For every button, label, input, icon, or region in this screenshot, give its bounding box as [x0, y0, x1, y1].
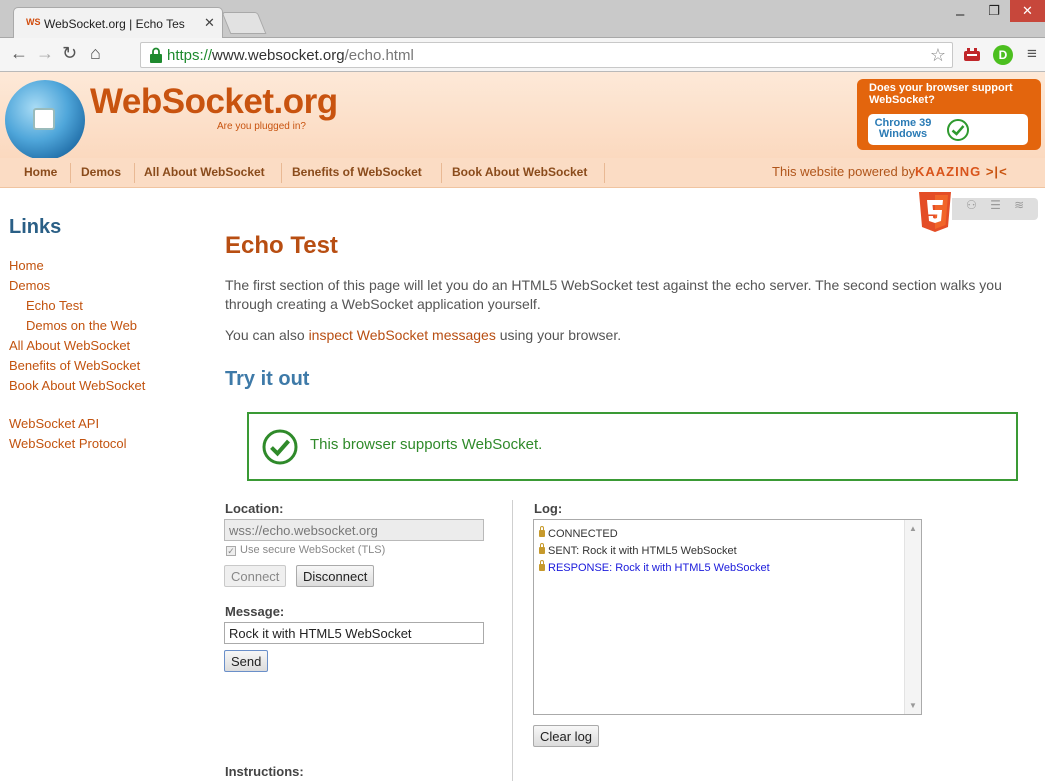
nav-book[interactable]: Book About WebSocket	[452, 165, 587, 179]
tls-checkbox[interactable]: ✓	[226, 546, 236, 556]
secure-lock-icon	[150, 47, 162, 63]
reload-icon[interactable]: ↻	[62, 43, 77, 64]
nav-divider	[134, 163, 135, 183]
minimize-window-icon[interactable]: –	[956, 6, 964, 23]
forward-icon[interactable]: →	[36, 43, 54, 64]
inspect-paragraph: You can also inspect WebSocket messages …	[225, 327, 622, 343]
support-title: Does your browser support WebSocket?	[869, 82, 1013, 106]
address-bar[interactable]: https://www.websocket.org/echo.html ☆	[140, 42, 953, 68]
browser-tabstrip: WS WebSocket.org | Echo Tes ✕ – ❐ ✕	[0, 0, 1045, 39]
nav-all-about[interactable]: All About WebSocket	[144, 165, 265, 179]
html5-feature-icons: ⚇ ☰ ≋	[966, 198, 1030, 212]
url-text: https://www.websocket.org/echo.html	[167, 47, 414, 64]
new-tab-button[interactable]	[221, 12, 267, 34]
kaazing-logo[interactable]: KAAZING >|<	[915, 164, 1008, 179]
scroll-down-icon[interactable]: ▼	[909, 701, 917, 710]
lock-icon	[539, 543, 545, 554]
nav-demos[interactable]: Demos	[81, 165, 121, 179]
html5-badge[interactable]: ⚇ ☰ ≋	[918, 192, 1038, 232]
sidebar-link-home[interactable]: Home	[9, 258, 44, 273]
location-label: Location:	[225, 501, 284, 516]
location-input[interactable]	[224, 519, 484, 541]
intro-paragraph: The first section of this page will let …	[225, 277, 1002, 312]
message-input[interactable]	[224, 622, 484, 644]
nav-home[interactable]: Home	[24, 165, 57, 179]
globe-logo-icon[interactable]	[5, 80, 85, 160]
support-result: Chrome 39 Windows	[868, 114, 1028, 145]
support-browser: Chrome 39 Windows	[874, 117, 932, 140]
section-title-try-it-out: Try it out	[225, 368, 310, 390]
log-output[interactable]: CONNECTED SENT: Rock it with HTML5 WebSo…	[533, 519, 922, 715]
lock-icon	[539, 560, 545, 571]
chrome-menu-icon[interactable]: ≡	[1027, 44, 1037, 64]
browser-toolbar: ← → ↻ ⌂ https://www.websocket.org/echo.h…	[0, 38, 1045, 72]
nav-divider	[70, 163, 71, 183]
log-entry: CONNECTED	[539, 526, 618, 540]
page-title: Echo Test	[225, 232, 338, 259]
tab-title: WebSocket.org | Echo Tes	[44, 17, 185, 31]
bookmark-star-icon[interactable]: ☆	[930, 45, 946, 66]
log-entry: RESPONSE: Rock it with HTML5 WebSocket	[539, 560, 770, 574]
tls-option[interactable]: ✓ Use secure WebSocket (TLS)	[226, 544, 385, 556]
restore-window-icon[interactable]: ❐	[983, 3, 1005, 23]
column-divider	[512, 500, 513, 781]
check-circle-icon	[947, 119, 969, 141]
websocket-favicon-icon: WS	[26, 17, 41, 27]
browser-tab[interactable]: WS WebSocket.org | Echo Tes ✕	[13, 7, 223, 39]
plug-icon	[33, 108, 55, 130]
browser-support-box: Does your browser support WebSocket? Chr…	[857, 79, 1041, 150]
nav-divider	[281, 163, 282, 183]
nav-divider	[441, 163, 442, 183]
page-content: WebSocket.org Are you plugged in? Does y…	[0, 72, 1045, 781]
close-window-icon[interactable]: ✕	[1010, 0, 1045, 22]
sidebar-link-book[interactable]: Book About WebSocket	[9, 378, 145, 393]
disconnect-button[interactable]: Disconnect	[296, 565, 375, 587]
lock-icon	[539, 526, 545, 537]
websocket-support-banner: This browser supports WebSocket.	[247, 412, 1018, 481]
sidebar-title: Links	[9, 216, 62, 238]
instructions-heading: Instructions:	[225, 764, 304, 779]
sidebar-link-websocket-protocol[interactable]: WebSocket Protocol	[9, 436, 127, 451]
sidebar-link-echo-test[interactable]: Echo Test	[26, 298, 83, 313]
log-scrollbar[interactable]: ▲ ▼	[904, 520, 921, 714]
sidebar-link-all-about[interactable]: All About WebSocket	[9, 338, 130, 353]
message-label: Message:	[225, 604, 285, 619]
home-icon[interactable]: ⌂	[90, 43, 101, 64]
send-button[interactable]: Send	[224, 650, 269, 672]
inspect-messages-link[interactable]: inspect WebSocket messages	[309, 327, 496, 343]
nav-benefits[interactable]: Benefits of WebSocket	[292, 165, 422, 179]
site-tagline: Are you plugged in?	[217, 121, 306, 132]
log-label: Log:	[534, 501, 563, 516]
log-entry: SENT: Rock it with HTML5 WebSocket	[539, 543, 737, 557]
site-header: WebSocket.org Are you plugged in? Does y…	[0, 72, 1045, 160]
sidebar-link-benefits[interactable]: Benefits of WebSocket	[9, 358, 140, 373]
sidebar-link-demos[interactable]: Demos	[9, 278, 50, 293]
html5-shield-icon	[919, 192, 951, 232]
connect-button[interactable]: Connect	[224, 565, 287, 587]
close-tab-icon[interactable]: ✕	[204, 15, 215, 31]
nav-divider	[604, 163, 605, 183]
sidebar-link-demos-on-web[interactable]: Demos on the Web	[26, 318, 137, 333]
site-nav: Home Demos All About WebSocket Benefits …	[0, 158, 1045, 188]
scroll-up-icon[interactable]: ▲	[909, 524, 917, 533]
site-logo[interactable]: WebSocket.org	[90, 82, 338, 122]
tls-label: Use secure WebSocket (TLS)	[240, 544, 386, 556]
banner-text: This browser supports WebSocket.	[310, 436, 543, 453]
back-icon[interactable]: ←	[10, 43, 28, 64]
clear-log-button[interactable]: Clear log	[533, 725, 600, 747]
d-extension-icon[interactable]: D	[993, 45, 1013, 65]
extension-icon[interactable]	[963, 46, 981, 64]
powered-by-text: This website powered by	[772, 164, 916, 179]
sidebar-link-websocket-api[interactable]: WebSocket API	[9, 416, 99, 431]
check-circle-icon	[262, 429, 298, 465]
